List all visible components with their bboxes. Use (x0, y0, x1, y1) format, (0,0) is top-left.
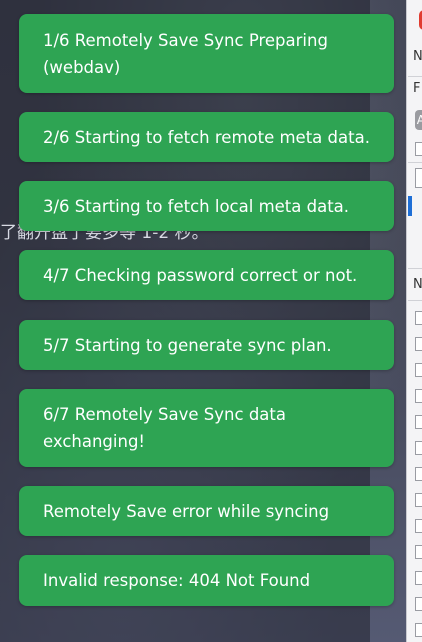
notification-text: 1/6 Remotely Save Sync Preparing (webdav… (43, 30, 328, 77)
notification-text: 5/7 Starting to generate sync plan. (43, 335, 332, 355)
notification-toast[interactable]: 5/7 Starting to generate sync plan. (19, 320, 394, 370)
checkbox[interactable] (415, 311, 422, 325)
checkbox[interactable] (415, 493, 422, 507)
notification-toast[interactable]: 6/7 Remotely Save Sync data exchanging! (19, 389, 394, 467)
checkbox[interactable] (415, 142, 422, 156)
right-side-panel: N F A N (406, 0, 422, 642)
notification-text: 3/6 Starting to fetch local meta data. (43, 196, 350, 216)
checkbox[interactable] (415, 389, 422, 403)
checkbox[interactable] (415, 415, 422, 429)
checkbox[interactable] (415, 545, 422, 559)
notification-toast[interactable]: 3/6 Starting to fetch local meta data. (19, 181, 394, 231)
divider (408, 300, 422, 301)
notification-text: 2/6 Starting to fetch remote meta data. (43, 127, 370, 147)
notification-toast[interactable]: 1/6 Remotely Save Sync Preparing (webdav… (19, 14, 394, 93)
notification-toast[interactable]: Remotely Save error while syncing (19, 486, 394, 536)
selection-marker (408, 196, 412, 216)
notification-toast[interactable]: Invalid response: 404 Not Found (19, 555, 394, 606)
notification-toast[interactable]: 4/7 Checking password correct or not. (19, 250, 394, 300)
checkbox[interactable] (415, 337, 422, 351)
side-panel-item-2: F (413, 81, 421, 96)
checkbox[interactable] (415, 597, 422, 611)
divider (408, 268, 422, 269)
side-panel-badge[interactable]: A (415, 110, 422, 130)
divider (408, 76, 422, 77)
checkbox[interactable] (415, 623, 422, 637)
notification-text: 6/7 Remotely Save Sync data exchanging! (43, 405, 286, 451)
checkbox[interactable] (415, 519, 422, 533)
input-field[interactable] (415, 168, 422, 188)
side-panel-item-1: N (413, 49, 422, 64)
checkbox[interactable] (415, 467, 422, 481)
notification-toast[interactable]: 2/6 Starting to fetch remote meta data. (19, 112, 394, 162)
notification-text: 4/7 Checking password correct or not. (43, 265, 358, 285)
notification-text: Remotely Save error while syncing (43, 501, 330, 521)
notification-text: Invalid response: 404 Not Found (43, 571, 311, 590)
side-panel-item-3: N (413, 277, 422, 292)
checkbox[interactable] (415, 363, 422, 377)
checkbox[interactable] (415, 571, 422, 585)
checkbox[interactable] (415, 441, 422, 455)
divider (408, 162, 422, 163)
